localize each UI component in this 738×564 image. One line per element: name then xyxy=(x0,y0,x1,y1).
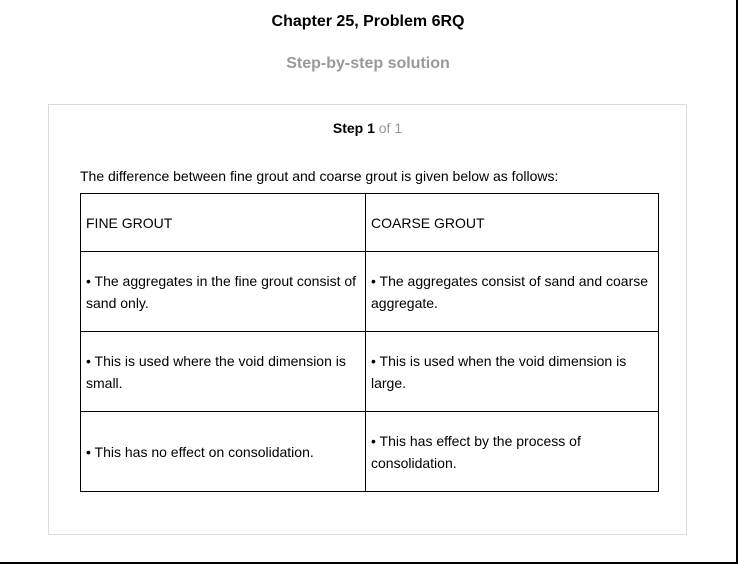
table-cell: • The aggregates in the fine grout consi… xyxy=(80,251,366,332)
table-row: • This is used where the void dimension … xyxy=(80,331,659,412)
step-panel: Step 1 of 1 The difference between fine … xyxy=(48,104,687,535)
table-cell: • The aggregates consist of sand and coa… xyxy=(365,251,659,332)
table-cell: • This is used when the void dimension i… xyxy=(365,331,659,412)
page-title: Chapter 25, Problem 6RQ xyxy=(271,13,465,30)
intro-text: The difference between fine grout and co… xyxy=(80,168,559,184)
header-fine-grout: FINE GROUT xyxy=(80,193,366,252)
table-cell: • This has effect by the process of cons… xyxy=(365,411,659,492)
table-cell: • This is used where the void dimension … xyxy=(80,331,366,412)
header-coarse-grout: COARSE GROUT xyxy=(365,193,659,252)
solution-subtitle: Step-by-step solution xyxy=(286,55,450,72)
table-header-row: FINE GROUT COARSE GROUT xyxy=(80,193,659,252)
table-row: • This has no effect on consolidation. •… xyxy=(80,411,659,492)
step-number: Step 1 xyxy=(332,120,375,136)
comparison-table: FINE GROUT COARSE GROUT • The aggregates… xyxy=(80,193,659,492)
step-total: of 1 xyxy=(378,120,403,136)
table-cell: • This has no effect on consolidation. xyxy=(80,411,366,492)
table-row: • The aggregates in the fine grout consi… xyxy=(80,251,659,332)
step-indicator: Step 1 of 1 xyxy=(49,119,686,137)
